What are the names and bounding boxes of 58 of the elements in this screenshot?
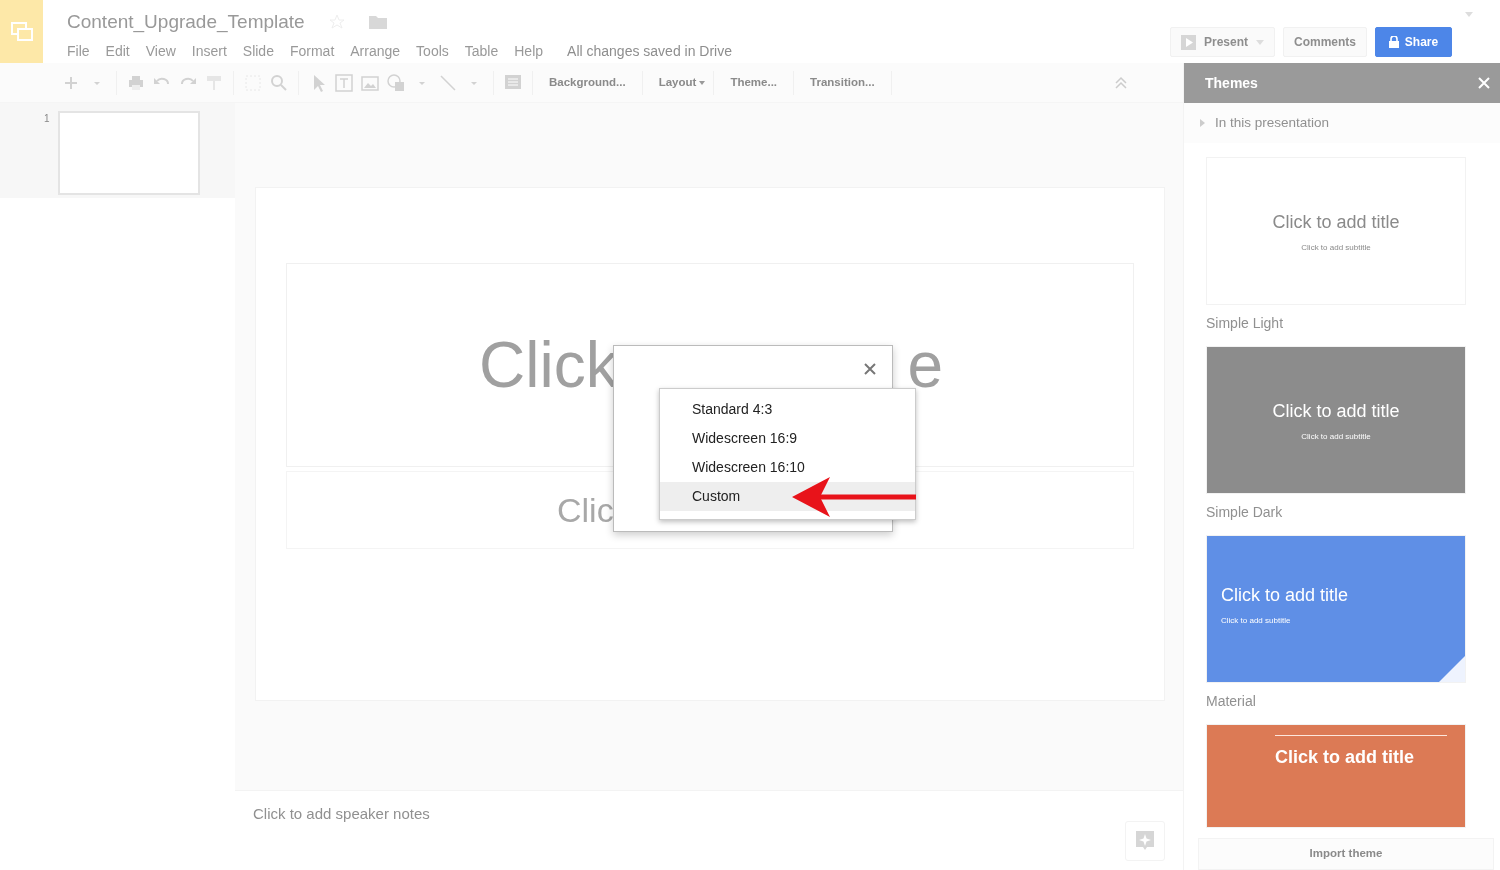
menu-item[interactable]: Tools <box>416 40 449 62</box>
theme-thumbnail[interactable]: Click to add title Click to add subtitle <box>1206 346 1466 495</box>
slide-title-text: e <box>907 333 943 397</box>
caret-icon <box>1256 39 1264 45</box>
menu-option[interactable]: Widescreen 16:9 <box>660 424 915 453</box>
theme-name: Simple Light <box>1206 314 1285 334</box>
sparkle-icon <box>1135 830 1155 852</box>
toolbar-button[interactable]: Background... <box>541 73 634 92</box>
text-box-icon[interactable] <box>333 71 355 94</box>
expand-arrow-icon <box>1200 119 1205 128</box>
slide-subtitle-text: Clic <box>557 489 614 531</box>
theme-title-text: Click to add title <box>1220 583 1350 607</box>
theme-title-text: Click to add title <box>1274 746 1416 770</box>
theme-thumbnail[interactable]: Click to add title Click to add subtitle <box>1206 157 1466 306</box>
lock-icon <box>1388 36 1399 48</box>
import-theme-button[interactable]: Import theme <box>1198 838 1494 870</box>
theme-thumbnail[interactable]: Click to add title Click to add subtitle <box>1206 535 1466 684</box>
menu-item[interactable]: Help <box>514 40 544 62</box>
menu-item[interactable]: Arrange <box>350 40 401 62</box>
collapse-icon[interactable] <box>1114 75 1128 90</box>
shape-icon[interactable] <box>385 71 407 94</box>
save-status: All changes saved in Drive <box>567 41 733 61</box>
slide-number: 1 <box>44 112 50 126</box>
menu-item[interactable]: File <box>67 40 90 62</box>
menu-item[interactable]: Slide <box>242 40 274 62</box>
speaker-notes-field[interactable]: Click to add speaker notes <box>253 803 430 870</box>
menu-item[interactable]: Edit <box>105 40 130 62</box>
menu-option[interactable]: Standard 4:3 <box>660 395 915 424</box>
menu-item[interactable]: Insert <box>191 40 227 62</box>
slides-icon <box>10 21 33 42</box>
menu-item[interactable]: View <box>145 40 176 62</box>
share-button[interactable]: Share <box>1375 27 1452 57</box>
toolbar-button[interactable]: Transition... <box>802 73 883 92</box>
page-fold-icon <box>1439 656 1465 683</box>
theme-name: Material <box>1206 692 1257 712</box>
theme-name: Simple Dark <box>1206 503 1284 523</box>
present-button[interactable]: Present <box>1169 27 1275 57</box>
theme-subtitle-text: Click to add subtitle <box>1220 614 1292 627</box>
panel-title: Themes <box>1205 73 1258 93</box>
slide-thumbnail[interactable] <box>57 111 200 195</box>
explore-button[interactable] <box>1125 821 1165 861</box>
folder-icon[interactable] <box>368 15 387 30</box>
theme-title-text: Click to add title <box>1271 399 1401 423</box>
toolbar-button[interactable]: Layout <box>650 73 700 92</box>
slides-logo[interactable] <box>0 0 43 63</box>
theme-thumbnail[interactable]: Click to add title <box>1206 724 1466 829</box>
toolbar-button[interactable]: Theme... <box>722 73 786 92</box>
theme-subtitle-text: Click to add subtitle <box>1300 430 1372 443</box>
theme-title-text: Click to add title <box>1271 210 1401 234</box>
menu-item[interactable]: Table <box>464 40 499 62</box>
theme-subtitle-text: Click to add subtitle <box>1300 241 1372 254</box>
comments-button[interactable]: Comments <box>1283 27 1367 57</box>
menu-item[interactable]: Format <box>289 40 335 62</box>
slide-title-text: Click <box>479 333 618 397</box>
account-caret-icon <box>1465 12 1473 17</box>
present-icon <box>1180 34 1196 50</box>
document-title[interactable]: Content_Upgrade_Template <box>67 8 305 37</box>
close-icon[interactable] <box>864 363 876 375</box>
